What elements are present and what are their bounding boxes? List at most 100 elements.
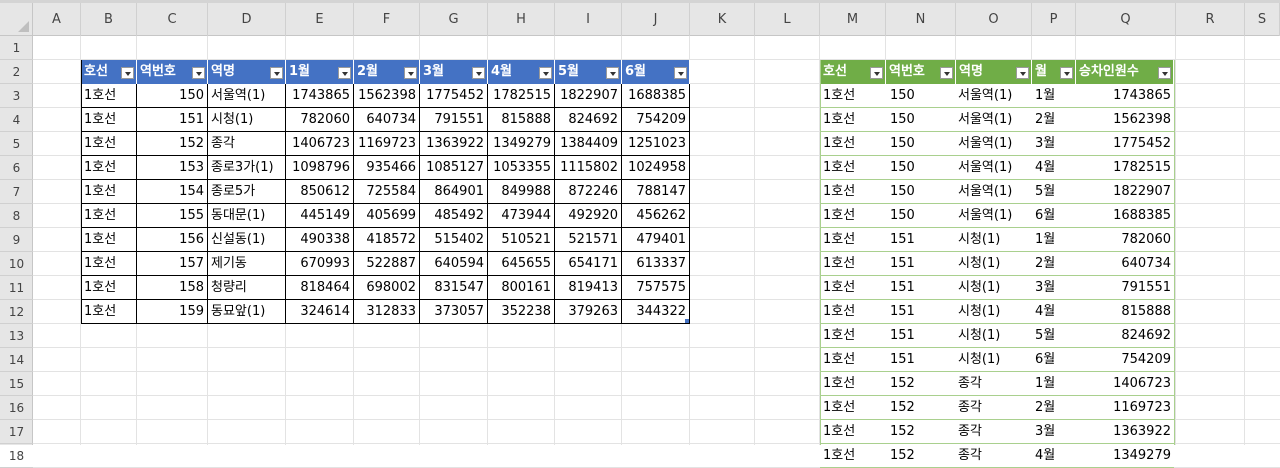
table1-cell[interactable]: 698002	[354, 276, 420, 300]
table1-cell[interactable]: 1406723	[286, 132, 354, 156]
table1-cell[interactable]: 1775452	[420, 84, 488, 108]
table1-cell[interactable]: 1호선	[81, 204, 137, 228]
table1-cell[interactable]: 379263	[555, 300, 622, 324]
table1-cell[interactable]: 종로3가(1)	[208, 156, 286, 180]
table1-cell[interactable]: 1688385	[622, 84, 690, 108]
column-header-m[interactable]: M	[820, 3, 886, 36]
filter-dropdown-icon[interactable]	[192, 67, 205, 79]
table1-cell[interactable]: 1384409	[555, 132, 622, 156]
column-header-g[interactable]: G	[420, 3, 488, 36]
table1-cell[interactable]: 352238	[488, 300, 555, 324]
table1-cell[interactable]: 종로5가	[208, 180, 286, 204]
row-header-7[interactable]: 7	[0, 180, 33, 204]
table2-cell[interactable]: 1349279	[1076, 444, 1174, 468]
row-header-8[interactable]: 8	[0, 204, 33, 228]
table1-cell[interactable]: 1053355	[488, 156, 555, 180]
table1-cell[interactable]: 158	[137, 276, 208, 300]
row-header-1[interactable]: 1	[0, 36, 33, 60]
table1-cell[interactable]: 1호선	[81, 132, 137, 156]
row-header-15[interactable]: 15	[0, 372, 33, 396]
row-header-18[interactable]: 18	[0, 444, 33, 468]
filter-dropdown-icon[interactable]	[121, 67, 134, 79]
row-header-4[interactable]: 4	[0, 108, 33, 132]
row-header-3[interactable]: 3	[0, 84, 33, 108]
table1-header-cell[interactable]: 6월	[622, 60, 690, 84]
table1-cell[interactable]: 405699	[354, 204, 420, 228]
table1-cell[interactable]: 시청(1)	[208, 108, 286, 132]
filter-dropdown-icon[interactable]	[404, 67, 417, 79]
table2-cell[interactable]: 152	[886, 444, 956, 468]
table1-cell[interactable]: 490338	[286, 228, 354, 252]
table1-cell[interactable]: 1호선	[81, 84, 137, 108]
table1-cell[interactable]: 동묘앞(1)	[208, 300, 286, 324]
table1-cell[interactable]: 청량리	[208, 276, 286, 300]
table1-cell[interactable]: 654171	[555, 252, 622, 276]
table1-cell[interactable]: 800161	[488, 276, 555, 300]
table1-cell[interactable]: 서울역(1)	[208, 84, 286, 108]
column-header-k[interactable]: K	[690, 3, 755, 36]
table1-cell[interactable]: 640734	[354, 108, 420, 132]
table1-cell[interactable]: 312833	[354, 300, 420, 324]
table1-cell[interactable]: 935466	[354, 156, 420, 180]
column-header-c[interactable]: C	[137, 3, 208, 36]
column-header-i[interactable]: I	[555, 3, 622, 36]
column-header-r[interactable]: R	[1176, 3, 1245, 36]
table1-cell[interactable]: 신설동(1)	[208, 228, 286, 252]
table1-cell[interactable]: 제기동	[208, 252, 286, 276]
column-header-b[interactable]: B	[81, 3, 137, 36]
column-header-s[interactable]: S	[1245, 3, 1280, 36]
table1-header-cell[interactable]: 3월	[420, 60, 488, 84]
filter-dropdown-icon[interactable]	[539, 67, 552, 79]
table1-cell[interactable]: 1098796	[286, 156, 354, 180]
table1-cell[interactable]: 521571	[555, 228, 622, 252]
table1-header-cell[interactable]: 5월	[555, 60, 622, 84]
table1-cell[interactable]: 1024958	[622, 156, 690, 180]
table1-cell[interactable]: 324614	[286, 300, 354, 324]
row-header-11[interactable]: 11	[0, 276, 33, 300]
table1-cell[interactable]: 510521	[488, 228, 555, 252]
column-header-j[interactable]: J	[622, 3, 690, 36]
filter-dropdown-icon[interactable]	[270, 67, 283, 79]
table1-cell[interactable]: 1호선	[81, 156, 137, 180]
row-header-10[interactable]: 10	[0, 252, 33, 276]
table1-cell[interactable]: 613337	[622, 252, 690, 276]
table1-cell[interactable]: 757575	[622, 276, 690, 300]
table1-cell[interactable]: 418572	[354, 228, 420, 252]
table1-cell[interactable]: 157	[137, 252, 208, 276]
table1-header-cell[interactable]: 2월	[354, 60, 420, 84]
row-header-9[interactable]: 9	[0, 228, 33, 252]
table1-cell[interactable]: 791551	[420, 108, 488, 132]
row-header-6[interactable]: 6	[0, 156, 33, 180]
column-header-l[interactable]: L	[755, 3, 820, 36]
column-header-p[interactable]: P	[1032, 3, 1076, 36]
column-header-a[interactable]: A	[33, 3, 81, 36]
table1-cell[interactable]: 152	[137, 132, 208, 156]
table1-cell[interactable]: 872246	[555, 180, 622, 204]
row-header-14[interactable]: 14	[0, 348, 33, 372]
table1-cell[interactable]: 492920	[555, 204, 622, 228]
row-header-5[interactable]: 5	[0, 132, 33, 156]
table1-cell[interactable]: 522887	[354, 252, 420, 276]
row-header-16[interactable]: 16	[0, 396, 33, 420]
table1-cell[interactable]: 445149	[286, 204, 354, 228]
table1-cell[interactable]: 485492	[420, 204, 488, 228]
table1-cell[interactable]: 1743865	[286, 84, 354, 108]
table1-cell[interactable]: 645655	[488, 252, 555, 276]
table1-cell[interactable]: 815888	[488, 108, 555, 132]
table1-cell[interactable]: 150	[137, 84, 208, 108]
table2-cell[interactable]: 1호선	[820, 444, 886, 468]
table1-cell[interactable]: 788147	[622, 180, 690, 204]
table1-cell[interactable]: 1169723	[354, 132, 420, 156]
column-header-d[interactable]: D	[208, 3, 286, 36]
table1-cell[interactable]: 1호선	[81, 228, 137, 252]
table1-cell[interactable]: 373057	[420, 300, 488, 324]
table1-cell[interactable]: 1호선	[81, 276, 137, 300]
row-header-2[interactable]: 2	[0, 60, 33, 84]
table1-cell[interactable]: 849988	[488, 180, 555, 204]
table1-cell[interactable]: 1349279	[488, 132, 555, 156]
table1-cell[interactable]: 1085127	[420, 156, 488, 180]
table1-cell[interactable]: 1115802	[555, 156, 622, 180]
table1-cell[interactable]: 515402	[420, 228, 488, 252]
table1-cell[interactable]: 640594	[420, 252, 488, 276]
filter-dropdown-icon[interactable]	[338, 67, 351, 79]
